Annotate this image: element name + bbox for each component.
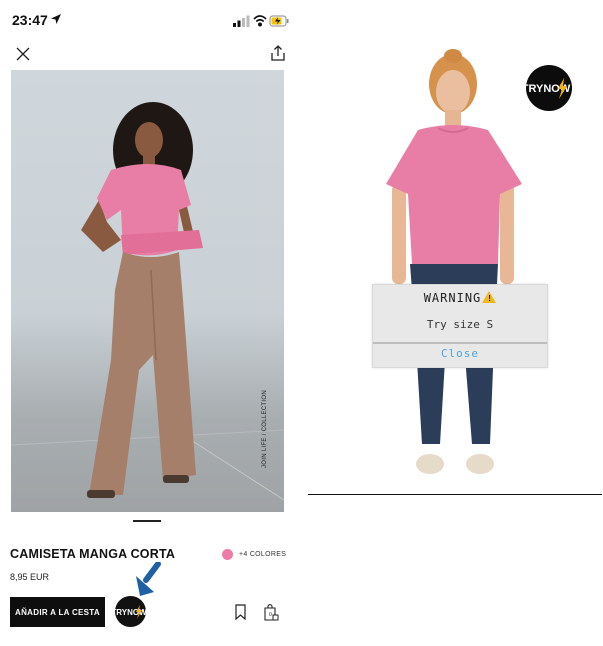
tryon-avatar [386, 49, 522, 474]
close-button[interactable]: Close [373, 347, 547, 360]
bookmark-icon[interactable] [235, 604, 246, 620]
trynow-logo: TRYNOW [526, 65, 572, 111]
wifi-icon [253, 15, 267, 27]
product-price: 8,95 EUR [10, 572, 50, 582]
image-pager-indicator [133, 520, 161, 522]
share-icon[interactable] [270, 44, 286, 62]
dialog-divider [373, 342, 547, 344]
photo-caption: JOIN LIFE / COLLECTION [262, 390, 268, 468]
signal-icon [233, 15, 250, 27]
more-colors-link[interactable]: +4 COLORES [239, 551, 286, 558]
product-name: CAMISETA MANGA CORTA [10, 547, 176, 561]
size-warning-dialog: WARNING! Try size S Close [372, 284, 548, 368]
warning-icon: ! [482, 291, 497, 303]
status-time: 23:47 [12, 12, 48, 28]
add-to-cart-button[interactable]: AÑADIR A LA CESTA [10, 597, 105, 627]
battery-icon [269, 15, 289, 27]
product-photo[interactable] [11, 70, 284, 512]
close-icon[interactable] [15, 46, 31, 62]
warning-message: Try size S [426, 318, 494, 331]
status-icons [233, 15, 289, 27]
shopping-bag-icon[interactable]: 0 [263, 603, 279, 621]
location-arrow-icon [51, 14, 61, 24]
svg-text:0: 0 [269, 612, 272, 618]
model-illustration [11, 102, 284, 501]
trynow-logo: TRYNOW [115, 605, 146, 619]
divider-line [308, 494, 602, 495]
color-swatch[interactable] [222, 549, 233, 560]
arrow-down-icon [136, 562, 161, 596]
trynow-button[interactable]: TRYNOW [115, 596, 146, 627]
trynow-logo-text: TRYNOW [115, 608, 146, 617]
trynow-logo-mark: TRYNOW [526, 78, 571, 99]
warning-title: WARNING! [373, 291, 547, 305]
